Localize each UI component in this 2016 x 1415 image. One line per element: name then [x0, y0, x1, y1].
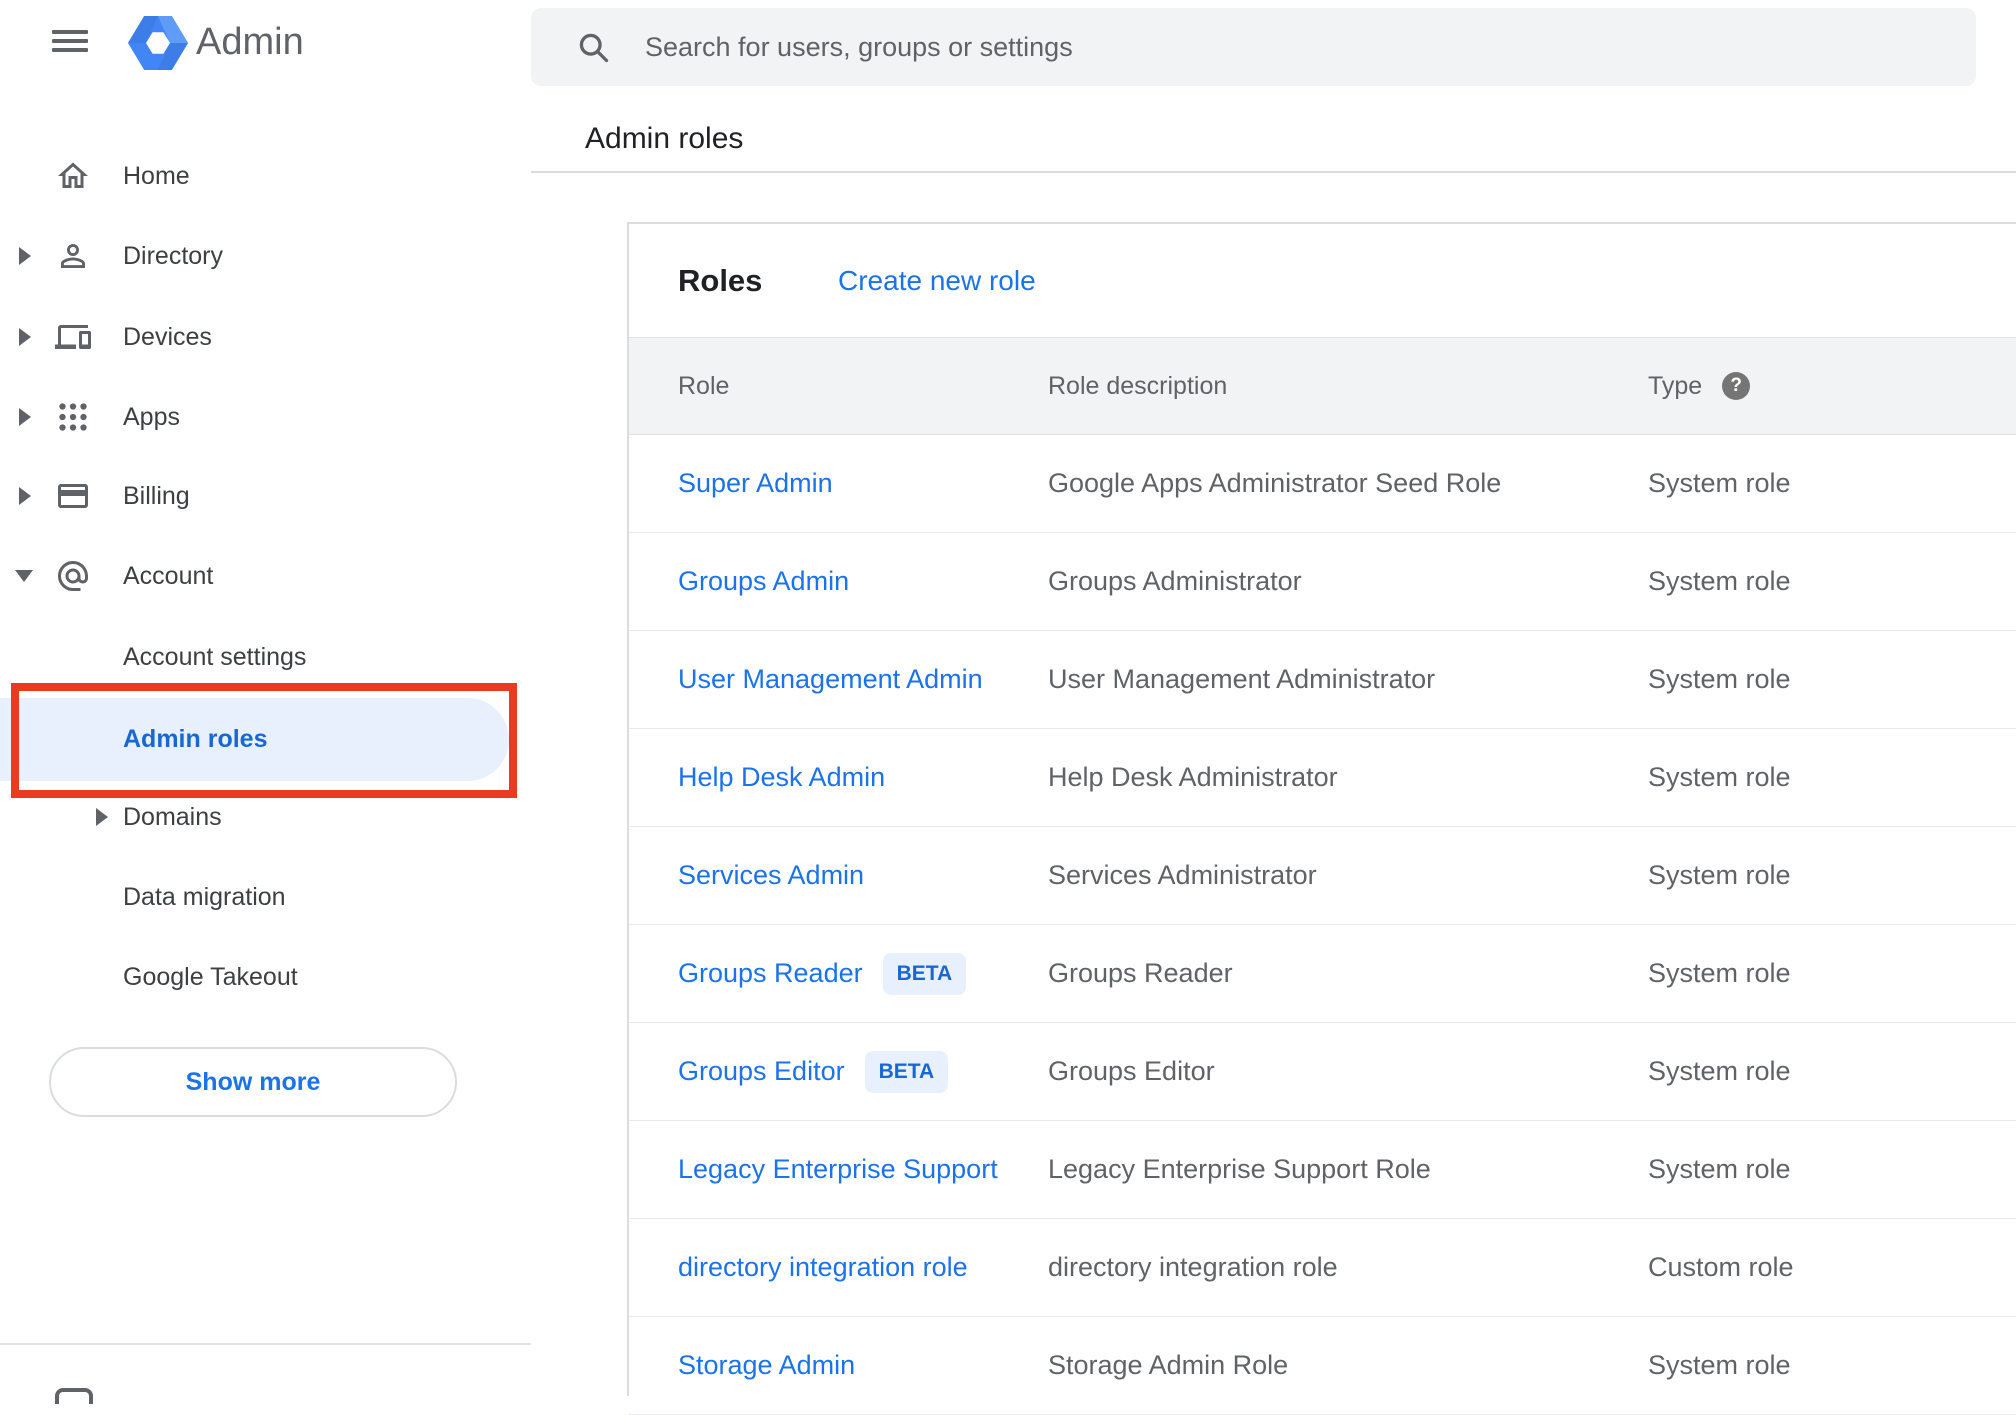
- role-type: System role: [1648, 1154, 1791, 1184]
- role-description: Help Desk Administrator: [1048, 762, 1338, 792]
- app-title: Admin: [196, 21, 304, 63]
- role-link[interactable]: Groups Admin: [678, 566, 849, 597]
- column-header-role-description: Role description: [1048, 371, 1228, 400]
- role-description: Google Apps Administrator Seed Role: [1048, 468, 1502, 498]
- sidebar-item-billing[interactable]: Billing: [0, 456, 531, 536]
- table-row: Legacy Enterprise Support Legacy Enterpr…: [629, 1121, 2016, 1219]
- chevron-right-icon[interactable]: [19, 408, 31, 426]
- feedback-icon[interactable]: [55, 1388, 93, 1404]
- chevron-right-icon[interactable]: [96, 808, 108, 826]
- search-input[interactable]: Search for users, groups or settings: [531, 8, 1976, 86]
- sidebar-item-account-settings[interactable]: Account settings: [0, 617, 531, 697]
- role-type: System role: [1648, 664, 1791, 694]
- table-row: Help Desk Admin Help Desk Administrator …: [629, 729, 2016, 827]
- role-link[interactable]: directory integration role: [678, 1252, 968, 1283]
- table-row: User Management Admin User Management Ad…: [629, 631, 2016, 729]
- chevron-right-icon[interactable]: [19, 247, 31, 265]
- sidebar-item-google-takeout[interactable]: Google Takeout: [0, 937, 531, 1017]
- hamburger-menu-icon[interactable]: [52, 30, 88, 54]
- admin-logo-icon: [128, 16, 188, 70]
- help-icon[interactable]: ?: [1722, 372, 1751, 400]
- table-row: Groups Admin Groups Administrator System…: [629, 533, 2016, 631]
- role-description: Groups Reader: [1048, 958, 1233, 988]
- role-type: System role: [1648, 860, 1791, 890]
- sidebar-item-apps[interactable]: Apps: [0, 377, 531, 457]
- sidebar-item-directory[interactable]: Directory: [0, 216, 531, 296]
- roles-panel: Roles Create new role Role Role descript…: [627, 222, 2016, 1415]
- search-icon: [579, 33, 609, 63]
- at-icon: [55, 558, 91, 594]
- sidebar-footer-divider: [0, 1343, 531, 1345]
- sidebar-label-devices: Devices: [123, 322, 212, 351]
- table-row: Super Admin Google Apps Administrator Se…: [629, 435, 2016, 533]
- role-description: Services Administrator: [1048, 860, 1317, 890]
- sidebar-label-google-takeout: Google Takeout: [123, 962, 298, 991]
- role-type: System role: [1648, 958, 1791, 988]
- role-link[interactable]: Help Desk Admin: [678, 762, 885, 793]
- breadcrumb: Admin roles: [585, 122, 744, 155]
- beta-badge: BETA: [882, 952, 967, 995]
- table-header-row: Role Role description Type ?: [629, 337, 2016, 435]
- sidebar-label-account: Account: [123, 561, 214, 590]
- apps-icon: [55, 399, 91, 435]
- column-header-role: Role: [678, 371, 730, 400]
- panel-title: Roles: [678, 262, 763, 298]
- sidebar-item-admin-roles[interactable]: Admin roles: [0, 698, 509, 781]
- role-link[interactable]: Legacy Enterprise Support: [678, 1154, 998, 1185]
- role-link[interactable]: Services Admin: [678, 860, 864, 891]
- role-description: Groups Administrator: [1048, 566, 1302, 596]
- table-row: Groups Reader BETA Groups Reader System …: [629, 925, 2016, 1023]
- table-row: Services Admin Services Administrator Sy…: [629, 827, 2016, 925]
- role-link[interactable]: Storage Admin: [678, 1350, 855, 1381]
- sidebar-label-directory: Directory: [123, 241, 224, 270]
- role-description: Legacy Enterprise Support Role: [1048, 1154, 1431, 1184]
- role-type: System role: [1648, 1350, 1791, 1380]
- person-icon: [55, 238, 91, 274]
- role-type: System role: [1648, 566, 1791, 596]
- role-type: System role: [1648, 762, 1791, 792]
- sidebar-label-billing: Billing: [123, 481, 190, 510]
- chevron-right-icon[interactable]: [19, 328, 31, 346]
- billing-icon: [55, 478, 91, 514]
- role-description: User Management Administrator: [1048, 664, 1436, 694]
- role-description: Groups Editor: [1048, 1056, 1215, 1086]
- home-icon: [55, 158, 91, 194]
- chevron-right-icon[interactable]: [19, 487, 31, 505]
- sidebar-label-admin-roles: Admin roles: [123, 725, 268, 753]
- beta-badge: BETA: [864, 1050, 949, 1093]
- sidebar-item-data-migration[interactable]: Data migration: [0, 857, 531, 937]
- sidebar-item-home[interactable]: Home: [0, 136, 531, 216]
- role-link[interactable]: User Management Admin: [678, 664, 983, 695]
- create-new-role-link[interactable]: Create new role: [838, 265, 1036, 297]
- sidebar-label-data-migration: Data migration: [123, 882, 286, 911]
- show-more-button[interactable]: Show more: [49, 1047, 457, 1117]
- sidebar-item-domains[interactable]: Domains: [0, 777, 531, 857]
- column-header-type: Type: [1648, 371, 1703, 400]
- search-placeholder: Search for users, groups or settings: [645, 31, 1073, 62]
- role-description: directory integration role: [1048, 1252, 1338, 1282]
- sidebar-item-devices[interactable]: Devices: [0, 297, 531, 377]
- role-type: Custom role: [1648, 1252, 1794, 1282]
- sidebar-label-apps: Apps: [123, 402, 180, 431]
- devices-icon: [55, 319, 91, 355]
- header-divider: [531, 171, 2016, 173]
- sidebar-item-account[interactable]: Account: [0, 536, 531, 616]
- panel-header: Roles Create new role: [629, 224, 2016, 337]
- role-link[interactable]: Groups Editor: [678, 1056, 845, 1087]
- table-row: directory integration role directory int…: [629, 1219, 2016, 1317]
- role-type: System role: [1648, 1056, 1791, 1086]
- table-row: Storage Admin Storage Admin Role System …: [629, 1317, 2016, 1415]
- role-description: Storage Admin Role: [1048, 1350, 1289, 1380]
- role-type: System role: [1648, 468, 1791, 498]
- role-link[interactable]: Super Admin: [678, 468, 833, 499]
- sidebar-label-account-settings: Account settings: [123, 642, 307, 671]
- sidebar-label-home: Home: [123, 161, 190, 190]
- table-row: Groups Editor BETA Groups Editor System …: [629, 1023, 2016, 1121]
- role-link[interactable]: Groups Reader: [678, 958, 863, 989]
- chevron-down-icon[interactable]: [15, 570, 33, 582]
- sidebar-label-domains: Domains: [123, 802, 222, 831]
